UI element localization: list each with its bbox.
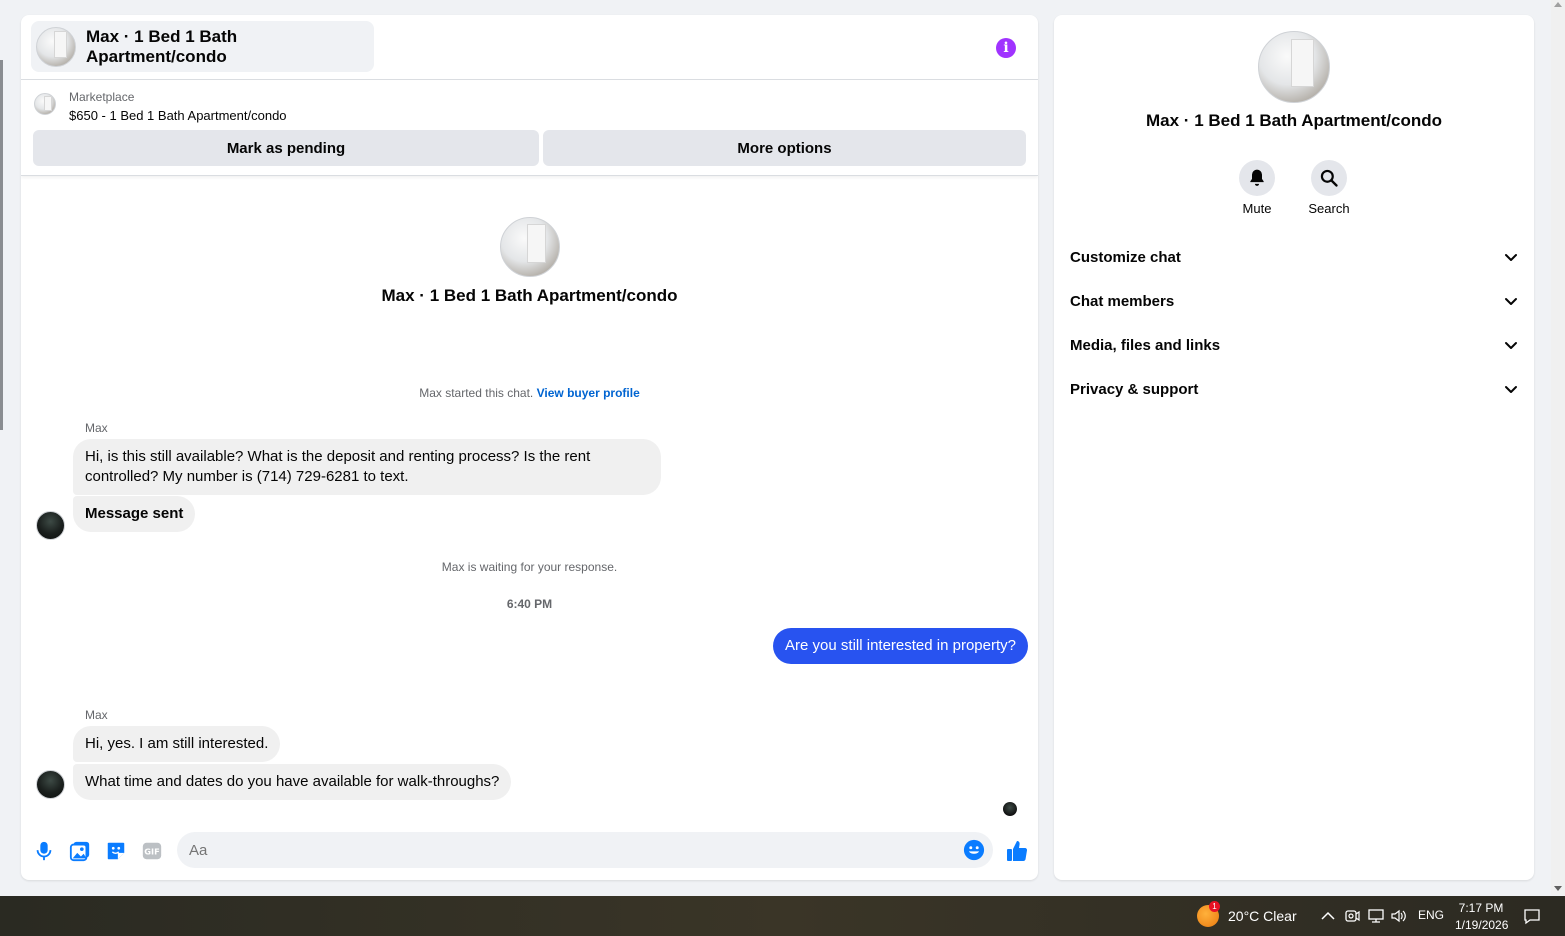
thread-avatar[interactable] — [500, 217, 560, 277]
section-label: Media, files and links — [1070, 336, 1221, 354]
gif-icon[interactable]: GIF — [141, 840, 163, 862]
window-scroll-indicator — [0, 60, 3, 430]
scroll-down-icon[interactable] — [1554, 886, 1562, 891]
sender-name: Max — [85, 421, 108, 435]
search-action[interactable]: Search — [1294, 160, 1364, 216]
marketplace-listing-bar: Marketplace $650 - 1 Bed 1 Bath Apartmen… — [21, 80, 1038, 176]
mute-action[interactable]: Mute — [1222, 160, 1292, 216]
chevron-up-icon[interactable] — [1319, 907, 1337, 925]
timestamp: 6:40 PM — [506, 597, 553, 611]
info-icon[interactable]: i — [996, 38, 1016, 58]
camera-icon[interactable] — [1343, 907, 1361, 925]
more-options-button[interactable]: More options — [543, 130, 1026, 166]
info-title: Max · 1 Bed 1 Bath Apartment/condo — [1146, 111, 1442, 130]
svg-text:GIF: GIF — [144, 847, 159, 857]
chevron-down-icon — [1505, 342, 1517, 349]
clock-time: 7:17 PM — [1458, 901, 1504, 915]
mark-pending-button[interactable]: Mark as pending — [33, 130, 539, 166]
chevron-down-icon — [1505, 298, 1517, 305]
composer-bar: GIF — [21, 827, 1038, 877]
photo-gallery-icon[interactable] — [69, 840, 91, 862]
chevron-down-icon — [1505, 386, 1517, 393]
microphone-icon[interactable] — [33, 840, 55, 862]
sticker-icon[interactable] — [105, 840, 127, 862]
emoji-icon[interactable] — [963, 839, 985, 861]
language-indicator[interactable]: ENG — [1418, 908, 1444, 922]
page-scrollbar[interactable] — [1551, 0, 1565, 895]
clock[interactable]: 7:17 PM 1/19/2026 — [1455, 900, 1509, 934]
message-bubble-incoming[interactable]: Message sent — [73, 496, 196, 532]
bell-icon[interactable] — [1239, 160, 1275, 196]
message-bubble-incoming[interactable]: What time and dates do you have availabl… — [73, 764, 512, 800]
search-label: Search — [1308, 201, 1350, 216]
section-label: Privacy & support — [1070, 380, 1199, 398]
chat-members-section[interactable]: Chat members — [1070, 281, 1518, 321]
chat-started-notice: Max started this chat. View buyer profil… — [21, 386, 1038, 400]
chevron-down-icon — [1505, 254, 1517, 261]
section-label: Customize chat — [1070, 248, 1181, 266]
media-files-links-section[interactable]: Media, files and links — [1070, 325, 1518, 365]
customize-chat-section[interactable]: Customize chat — [1070, 237, 1518, 277]
message-input[interactable] — [189, 841, 949, 859]
view-buyer-profile-link[interactable]: View buyer profile — [537, 386, 640, 400]
weather-text[interactable]: 20°C Clear — [1228, 908, 1297, 924]
message-bubble-incoming[interactable]: Hi, is this still available? What is the… — [73, 439, 661, 495]
listing-avatar — [36, 26, 76, 67]
chat-header-title: Max · 1 Bed 1 Bath Apartment/condo — [86, 26, 238, 66]
chat-info-panel: Max · 1 Bed 1 Bath Apartment/condo Mute … — [1054, 15, 1534, 880]
search-icon[interactable] — [1311, 160, 1347, 196]
marketplace-label: Marketplace — [69, 90, 135, 104]
read-receipt-avatar — [1003, 802, 1017, 816]
message-bubble-outgoing[interactable]: Are you still interested in property? — [773, 628, 1028, 664]
sender-name: Max — [85, 708, 108, 722]
privacy-support-section[interactable]: Privacy & support — [1070, 369, 1518, 409]
network-icon[interactable] — [1367, 907, 1385, 925]
listing-thumbnail[interactable] — [34, 93, 56, 115]
listing-price-title[interactable]: $650 - 1 Bed 1 Bath Apartment/condo — [69, 108, 287, 123]
chat-header: Max · 1 Bed 1 Bath Apartment/condo i — [21, 15, 1038, 80]
sender-avatar[interactable] — [36, 511, 65, 540]
message-bubble-incoming[interactable]: Hi, yes. I am still interested. — [73, 726, 281, 762]
thread-title: Max · 1 Bed 1 Bath Apartment/condo — [381, 286, 678, 305]
notification-icon[interactable] — [1523, 907, 1541, 925]
sender-avatar[interactable] — [36, 770, 65, 799]
scroll-up-icon[interactable] — [1554, 2, 1562, 7]
message-input-container — [177, 832, 993, 868]
clock-date: 1/19/2026 — [1455, 918, 1509, 932]
message-thread: Max · 1 Bed 1 Bath Apartment/condo Max s… — [21, 177, 1038, 817]
section-label: Chat members — [1070, 292, 1175, 310]
chat-header-profile-button[interactable]: Max · 1 Bed 1 Bath Apartment/condo — [31, 21, 374, 72]
chat-started-text: Max started this chat. — [419, 386, 534, 400]
chat-panel: Max · 1 Bed 1 Bath Apartment/condo i Mar… — [21, 15, 1038, 880]
thumbs-up-icon[interactable] — [1005, 839, 1029, 863]
waiting-notice: Max is waiting for your response. — [441, 560, 618, 574]
windows-taskbar: 1 20°C Clear ENG 7:17 PM 1/19/2026 — [0, 896, 1565, 936]
mute-label: Mute — [1242, 201, 1272, 216]
volume-icon[interactable] — [1390, 907, 1408, 925]
info-avatar[interactable] — [1258, 31, 1330, 103]
weather-badge: 1 — [1209, 901, 1220, 912]
